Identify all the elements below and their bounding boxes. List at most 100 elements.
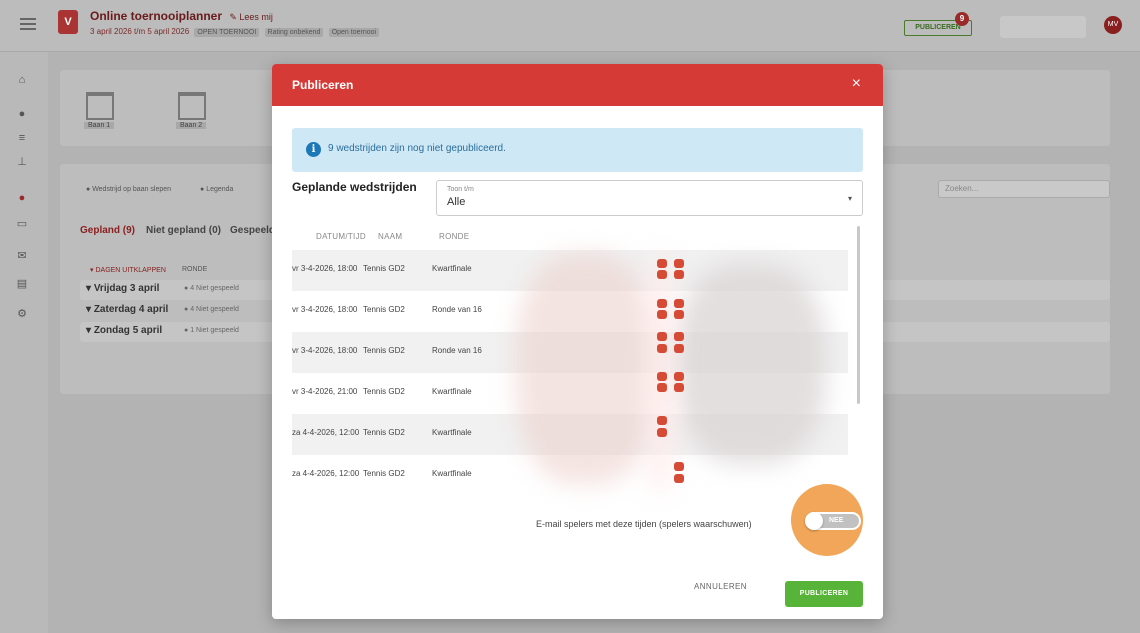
cell-datetime: za 4-4-2026, 12:00 bbox=[292, 428, 360, 437]
dialog-header: Publiceren × bbox=[272, 64, 883, 106]
info-icon: i bbox=[306, 142, 321, 157]
day-label-1: ▾ Vrijdag 3 april bbox=[86, 283, 160, 294]
app-title: Online toernooiplanner ✎ Lees mij bbox=[90, 9, 273, 23]
edit-link[interactable]: ✎ Lees mij bbox=[229, 12, 273, 22]
marker-dot bbox=[674, 259, 684, 268]
blur-right bbox=[676, 264, 826, 464]
show-until-select[interactable]: Toon t/m Alle ▾ bbox=[436, 180, 863, 216]
marker-dot bbox=[657, 416, 667, 425]
cell-name: Tennis GD2 bbox=[363, 387, 405, 396]
cell-name: Tennis GD2 bbox=[363, 264, 405, 273]
tournament-dates: 3 april 2026 t/m 5 april 2026 OPEN TOERN… bbox=[90, 27, 380, 37]
home-icon[interactable]: ⌂ bbox=[16, 74, 28, 86]
drag-hint-label: Wedstrijd op baan slepen bbox=[92, 186, 172, 193]
date-range: 3 april 2026 t/m 5 april 2026 bbox=[90, 27, 190, 36]
court-2-icon bbox=[178, 92, 206, 120]
sidebar: ⌂ ● ≡ ⊥ ● ▭ ✉ ▤ ⚙ bbox=[0, 52, 48, 633]
marker-dot bbox=[657, 383, 667, 392]
info-alert: i 9 wedstrijden zijn nog niet gepublicee… bbox=[292, 128, 863, 172]
tab-played[interactable]: Gespeeld bbox=[230, 225, 275, 236]
day-note-2: ● 4 Niet gespeeld bbox=[184, 306, 239, 313]
list-icon[interactable]: ≡ bbox=[16, 132, 28, 144]
type-chip: Open toernooi bbox=[328, 28, 380, 37]
chevron-down-icon: ▾ bbox=[847, 194, 852, 203]
marker-dot bbox=[674, 310, 684, 319]
match-list-scrollbar[interactable] bbox=[857, 226, 860, 404]
menu-icon[interactable] bbox=[20, 18, 36, 30]
court-1-label: Baan 1 bbox=[84, 122, 115, 129]
close-icon[interactable]: × bbox=[852, 75, 861, 93]
day-3-note: 1 Niet gespeeld bbox=[190, 327, 239, 334]
ball-icon[interactable]: ● bbox=[16, 192, 28, 204]
column-header-name: NAAM bbox=[378, 232, 403, 241]
cell-round: Ronde van 16 bbox=[432, 305, 482, 314]
tab-unplanned[interactable]: Niet gepland (0) bbox=[146, 225, 221, 236]
cancel-button[interactable]: ANNULEREN bbox=[694, 582, 747, 591]
marker-dot bbox=[674, 344, 684, 353]
drag-hint[interactable]: ● Wedstrijd op baan slepen bbox=[86, 186, 171, 193]
column-header-datetime: DATUM/TIJD bbox=[316, 232, 366, 241]
mail-icon[interactable]: ✉ bbox=[16, 250, 28, 262]
info-text: 9 wedstrijden zijn nog niet gepubliceerd… bbox=[328, 143, 506, 154]
select-value: Alle bbox=[447, 196, 466, 208]
marker-dot bbox=[674, 383, 684, 392]
email-players-toggle[interactable]: NEE bbox=[805, 512, 861, 530]
dialog-title: Publiceren bbox=[292, 78, 354, 92]
app-logo: V bbox=[58, 10, 78, 34]
email-players-label: E-mail spelers met deze tijden (spelers … bbox=[536, 519, 752, 529]
users-icon[interactable]: ● bbox=[16, 108, 28, 120]
top-search-field[interactable] bbox=[1000, 16, 1086, 38]
cell-datetime: vr 3-4-2026, 18:00 bbox=[292, 264, 358, 273]
cell-round: Kwartfinale bbox=[432, 428, 472, 437]
gear-icon[interactable]: ⚙ bbox=[16, 308, 28, 320]
rating-chip: Rating onbekend bbox=[264, 28, 324, 37]
marker-dot bbox=[657, 372, 667, 381]
unpublished-count-badge: 9 bbox=[955, 12, 969, 26]
monitor-icon[interactable]: ▭ bbox=[16, 218, 28, 230]
cell-round: Kwartfinale bbox=[432, 264, 472, 273]
toggle-label: NEE bbox=[829, 517, 844, 524]
court-2-label: Baan 2 bbox=[176, 122, 207, 129]
edit-label: Lees mij bbox=[239, 12, 273, 22]
day-1-text: Vrijdag 3 april bbox=[93, 283, 160, 294]
day-note-3: ● 1 Niet gespeeld bbox=[184, 327, 239, 334]
cell-round: Kwartfinale bbox=[432, 387, 472, 396]
day-label-2: ▾ Zaterdag 4 april bbox=[86, 304, 169, 315]
marker-dot bbox=[657, 428, 667, 437]
avatar[interactable]: MV bbox=[1104, 16, 1122, 34]
marker-dot bbox=[674, 372, 684, 381]
collapse-days-label: DAGEN UITKLAPPEN bbox=[95, 267, 166, 274]
day-2-note: 4 Niet gespeeld bbox=[190, 306, 239, 313]
marker-dot bbox=[674, 299, 684, 308]
day-label-3: ▾ Zondag 5 april bbox=[86, 325, 163, 336]
collapse-days[interactable]: ▾ DAGEN UITKLAPPEN bbox=[90, 266, 166, 274]
blurred-player-names bbox=[506, 244, 836, 496]
marker-dot bbox=[657, 332, 667, 341]
select-label: Toon t/m bbox=[447, 186, 474, 193]
cell-datetime: vr 3-4-2026, 18:00 bbox=[292, 305, 358, 314]
day-1-note: 4 Niet gespeeld bbox=[190, 285, 239, 292]
toggle-knob bbox=[805, 512, 823, 530]
marker-dot bbox=[674, 462, 684, 471]
publish-dialog: Publiceren × i 9 wedstrijden zijn nog ni… bbox=[272, 64, 883, 619]
marker-dot bbox=[674, 332, 684, 341]
legend-chip[interactable]: ● Legenda bbox=[200, 186, 233, 193]
document-icon[interactable]: ▤ bbox=[16, 278, 28, 290]
cell-datetime: vr 3-4-2026, 18:00 bbox=[292, 346, 358, 355]
cell-round: Ronde van 16 bbox=[432, 346, 482, 355]
marker-dot bbox=[657, 310, 667, 319]
background-search-input[interactable]: Zoeken... bbox=[938, 180, 1110, 198]
cell-name: Tennis GD2 bbox=[363, 428, 405, 437]
status-chip: OPEN TOERNOOI bbox=[194, 28, 260, 37]
cell-name: Tennis GD2 bbox=[363, 469, 405, 478]
cell-name: Tennis GD2 bbox=[363, 346, 405, 355]
publish-button[interactable]: PUBLICEREN bbox=[785, 581, 863, 607]
marker-dot bbox=[674, 270, 684, 279]
marker-dot bbox=[657, 299, 667, 308]
day-2-text: Zaterdag 4 april bbox=[93, 304, 169, 315]
bracket-icon[interactable]: ⊥ bbox=[16, 156, 28, 168]
cell-round: Kwartfinale bbox=[432, 469, 472, 478]
app-title-text: Online toernooiplanner bbox=[90, 9, 223, 23]
legend-label: Legenda bbox=[206, 186, 234, 193]
tab-planned[interactable]: Gepland (9) bbox=[80, 225, 135, 236]
